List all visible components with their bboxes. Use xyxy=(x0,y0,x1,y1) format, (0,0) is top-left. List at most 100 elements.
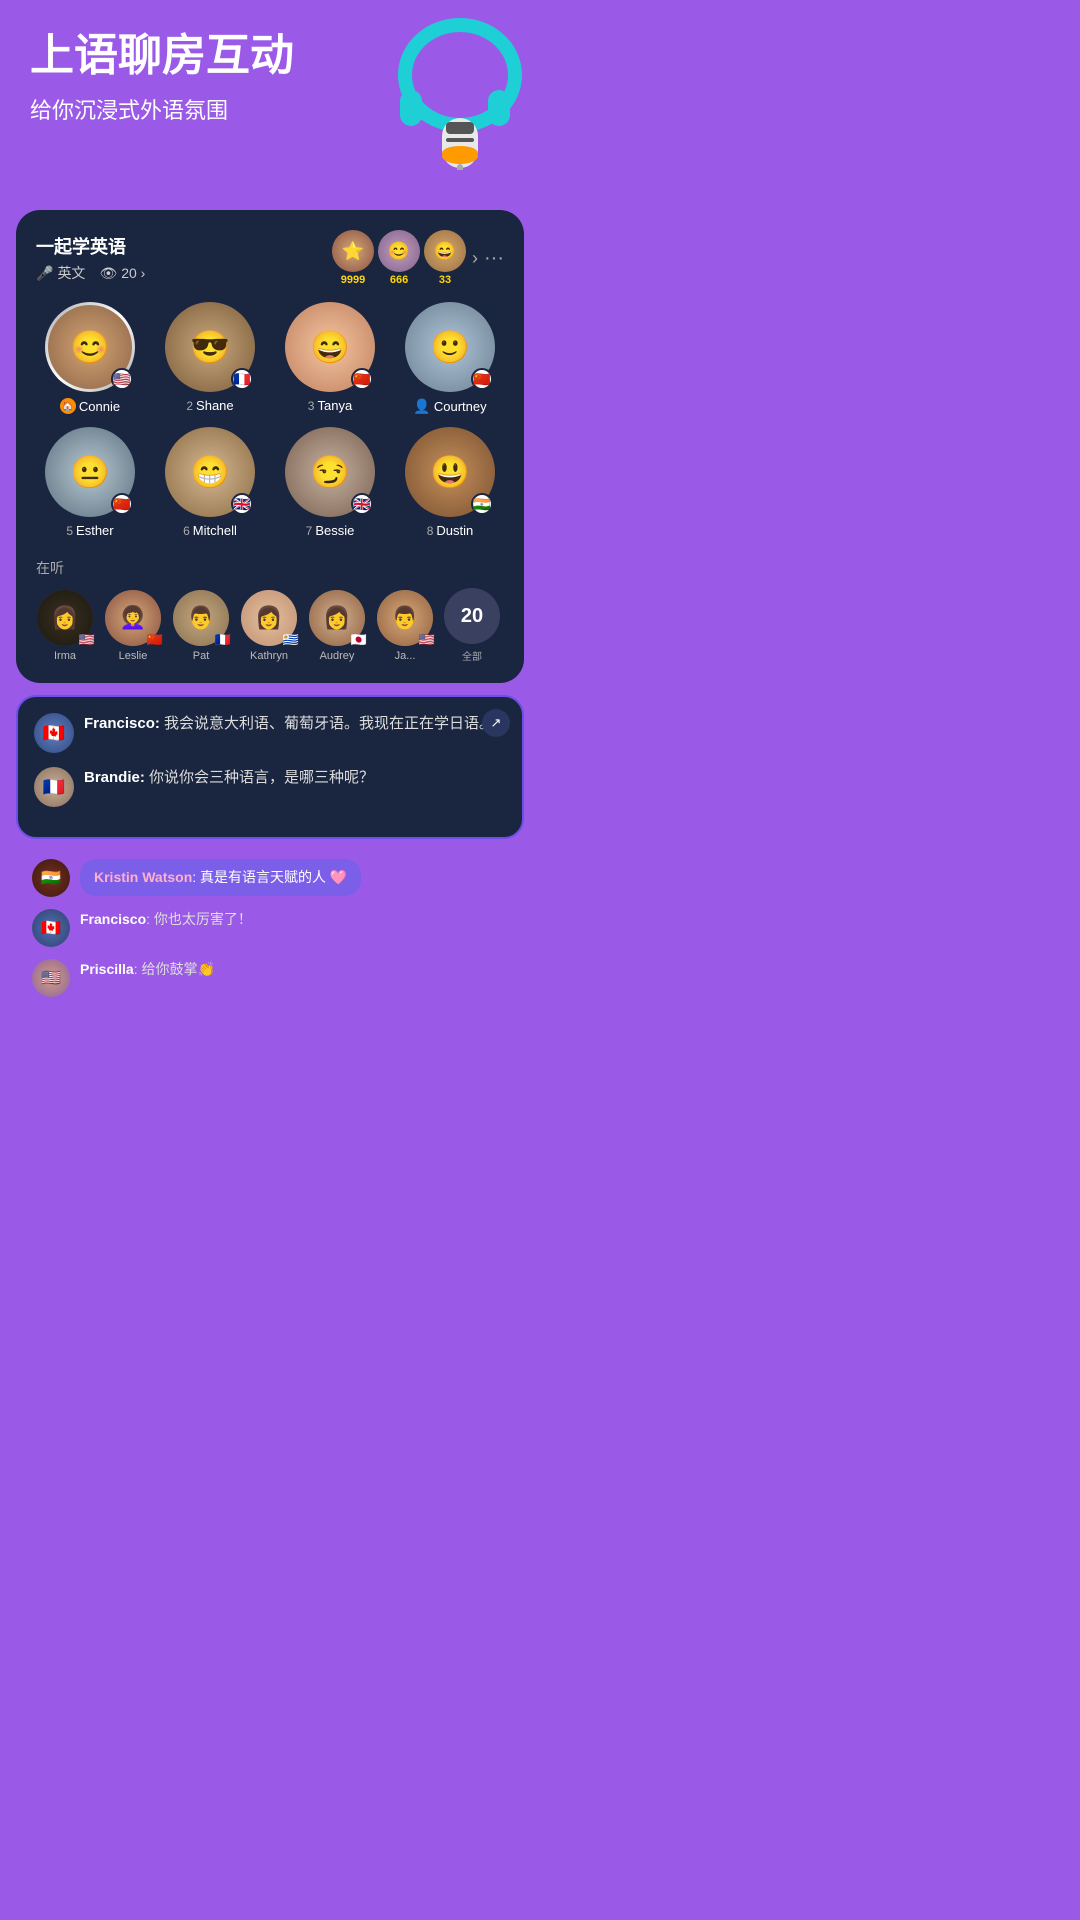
speaker-avatar-wrap[interactable]: 😐🇨🇳 xyxy=(45,427,135,517)
listener-flag: 🇯🇵 xyxy=(351,632,367,648)
speaker-avatar-wrap[interactable]: 😃🇮🇳 xyxy=(405,427,495,517)
speaker-name-text: Mitchell xyxy=(193,523,237,538)
top-avatar-group: ⭐ 9999 😊 666 😄 33 xyxy=(332,230,466,286)
speaker-num: 3 xyxy=(308,399,315,413)
speaker-item: 😏🇬🇧 7Bessie xyxy=(276,427,384,538)
hero-decoration xyxy=(370,0,540,170)
speaker-num: 2 xyxy=(186,399,193,413)
room-header: 一起学英语 🎤 英文 👁 20 › ⭐ 9999 😊 xyxy=(36,230,504,286)
room-meta: 🎤 英文 👁 20 › xyxy=(36,263,145,283)
speaker-avatar-wrap[interactable]: 🙂🇨🇳 xyxy=(405,302,495,392)
more-users-chevron[interactable]: › xyxy=(472,248,478,269)
speaker-num: 6 xyxy=(183,524,190,538)
listener-avatar[interactable]: 👩🇺🇾 xyxy=(241,590,297,646)
speaker-avatar-wrap[interactable]: 😏🇬🇧 xyxy=(285,427,375,517)
more-options-button[interactable]: ··· xyxy=(484,247,504,270)
speaker-item: 😃🇮🇳 8Dustin xyxy=(396,427,504,538)
bottom-chat: 🇮🇳 Kristin Watson: 真是有语言天赋的人 🩷 🇨🇦 Francisco… xyxy=(16,847,524,1021)
mic-icon: 🎤 xyxy=(36,265,53,282)
bottom-message: 🇮🇳 Kristin Watson: 真是有语言天赋的人 🩷 xyxy=(32,859,508,897)
top-count-2: 666 xyxy=(390,274,408,286)
chat-message: 🇨🇦Francisco: 我会说意大利语、葡萄牙语。我现在正在学日语。 xyxy=(34,713,506,753)
hero-section: 上语聊房互动 给你沉浸式外语氛围 xyxy=(0,0,540,200)
speaker-avatar-wrap[interactable]: 😁🇬🇧 xyxy=(165,427,255,517)
listener-flag: 🇺🇸 xyxy=(79,632,95,648)
listeners-row: 👩🇺🇸Irma👩‍🦱🇨🇳Leslie👨🇫🇷Pat👩🇺🇾Kathryn👩🇯🇵Aud… xyxy=(36,588,504,663)
speaker-name-text: Bessie xyxy=(315,523,354,538)
speaker-item: 🙂🇨🇳 👤 Courtney xyxy=(396,302,504,415)
all-listeners-label: 全部 xyxy=(462,648,482,663)
top-count-1: 9999 xyxy=(341,274,365,286)
speaker-name: 3Tanya xyxy=(308,398,352,413)
speaker-item: 😄🇨🇳 3Tanya xyxy=(276,302,384,415)
speaker-flag: 🇮🇳 xyxy=(471,493,493,515)
expand-chat-button[interactable]: ↗ xyxy=(482,709,510,737)
person-icon: 👤 xyxy=(413,398,430,415)
top-count-3: 33 xyxy=(439,274,451,286)
listener-item: 👩🇺🇸 Irma xyxy=(36,590,94,662)
speaker-name-text: Courtney xyxy=(434,399,487,414)
listener-count-item[interactable]: 20 全部 xyxy=(444,588,500,663)
speaker-name: 8Dustin xyxy=(427,523,474,538)
speaker-item: 😁🇬🇧 6Mitchell xyxy=(156,427,264,538)
room-info: 一起学英语 🎤 英文 👁 20 › xyxy=(36,233,145,283)
bottom-content: Francisco: 你也太厉害了！ xyxy=(80,909,252,930)
speaker-item: 😊🇺🇸 🏠Connie xyxy=(36,302,144,415)
listener-item: 👨🇫🇷 Pat xyxy=(172,590,230,662)
top-avatar-2: 😊 666 xyxy=(378,230,420,286)
room-card: 一起学英语 🎤 英文 👁 20 › ⭐ 9999 😊 xyxy=(16,210,524,683)
bottom-avatar: 🇺🇸 xyxy=(32,959,70,997)
room-title: 一起学英语 xyxy=(36,233,145,259)
speaker-name-text: Shane xyxy=(196,398,234,413)
chat-message: 🇫🇷Brandie: 你说你会三种语言，是哪三种呢？ xyxy=(34,767,506,807)
listener-flag: 🇺🇸 xyxy=(419,632,435,648)
speaker-name: 🏠Connie xyxy=(60,398,120,414)
listener-item: 👨🇺🇸Ja... xyxy=(376,590,434,662)
speaker-num: 5 xyxy=(66,524,73,538)
speaker-name: 5Esther xyxy=(66,523,113,538)
top-avatar-img-3: 😄 xyxy=(424,230,466,272)
top-avatar-1: ⭐ 9999 xyxy=(332,230,374,286)
bottom-avatar: 🇮🇳 xyxy=(32,859,70,897)
listener-item: 👩🇯🇵Audrey xyxy=(308,590,366,662)
listener-avatar[interactable]: 👨🇫🇷 xyxy=(173,590,229,646)
listener-avatar[interactable]: 👩🇯🇵 xyxy=(309,590,365,646)
listener-count-button[interactable]: 20 xyxy=(444,588,500,644)
listener-name: Irma xyxy=(54,650,76,662)
listener-item: 👩🇺🇾 Kathryn xyxy=(240,590,298,662)
listener-name: Kathryn xyxy=(250,650,288,662)
top-avatar-img-2: 😊 xyxy=(378,230,420,272)
speaker-num: 7 xyxy=(306,524,313,538)
speaker-avatar-wrap[interactable]: 😄🇨🇳 xyxy=(285,302,375,392)
speaker-name-text: Tanya xyxy=(317,398,352,413)
bottom-text: Francisco: 你也太厉害了！ xyxy=(80,909,252,930)
speaker-flag: 🇨🇳 xyxy=(471,368,493,390)
listener-avatar[interactable]: 👩‍🦱🇨🇳 xyxy=(105,590,161,646)
speaker-avatar-wrap[interactable]: 😊🇺🇸 xyxy=(45,302,135,392)
top-avatar-3: 😄 33 xyxy=(424,230,466,286)
listeners-label: 在听 xyxy=(36,558,504,578)
listener-avatar[interactable]: 👩🇺🇸 xyxy=(37,590,93,646)
speaker-flag: 🇫🇷 xyxy=(231,368,253,390)
speaker-flag: 🇺🇸 xyxy=(111,368,133,390)
listeners-section: 在听 👩🇺🇸Irma👩‍🦱🇨🇳Leslie👨🇫🇷Pat👩🇺🇾Kathryn👩🇯🇵… xyxy=(36,558,504,663)
speaker-flag: 🇨🇳 xyxy=(111,493,133,515)
speaker-name: 6Mitchell xyxy=(183,523,237,538)
room-viewers: 👁 20 › xyxy=(99,265,145,282)
chat-section: 🇨🇦Francisco: 我会说意大利语、葡萄牙语。我现在正在学日语。 🇫🇷 Bra… xyxy=(16,695,524,839)
speakers-grid: 😊🇺🇸 🏠Connie 😎🇫🇷 2Shane 😄🇨🇳 3Tanya 🙂🇨🇳 👤 Courtney… xyxy=(36,302,504,538)
listener-flag: 🇺🇾 xyxy=(283,632,299,648)
room-top-users: ⭐ 9999 😊 666 😄 33 › ··· xyxy=(332,230,504,286)
chat-username: Brandie: xyxy=(84,769,149,786)
speaker-name-text: Connie xyxy=(79,399,120,414)
chat-avatar: 🇫🇷 xyxy=(34,767,74,807)
eye-icon: 👁 xyxy=(99,265,117,282)
listener-name: Pat xyxy=(193,650,210,662)
room-language: 🎤 英文 xyxy=(36,263,85,283)
speaker-flag: 🇬🇧 xyxy=(231,493,253,515)
bottom-bubble: Kristin Watson: 真是有语言天赋的人 🩷 xyxy=(80,859,361,896)
speaker-flag: 🇬🇧 xyxy=(351,493,373,515)
listener-avatar[interactable]: 👨🇺🇸 xyxy=(377,590,433,646)
speaker-avatar-wrap[interactable]: 😎🇫🇷 xyxy=(165,302,255,392)
bottom-avatar: 🇨🇦 xyxy=(32,909,70,947)
